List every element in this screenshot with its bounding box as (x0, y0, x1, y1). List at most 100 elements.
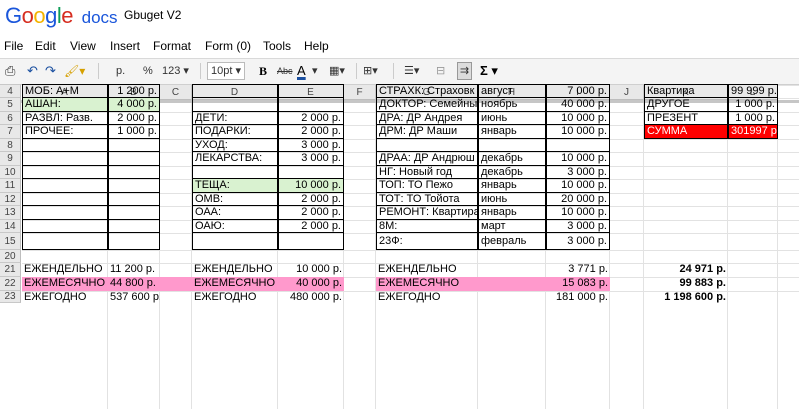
yearly-summary-value[interactable]: 15 083 р. (546, 277, 610, 291)
row-header-22[interactable]: 22 (0, 277, 21, 291)
bold-button[interactable]: B (259, 63, 267, 79)
monthly-item-name[interactable]: ТЕЩА: (192, 179, 278, 193)
menu-format[interactable]: Format (153, 39, 191, 53)
weekly-item-sum[interactable] (108, 220, 160, 233)
income-total-value[interactable]: 301997 р. (728, 125, 778, 139)
yearly-item-name[interactable]: НГ: Новый год (376, 166, 478, 179)
monthly-item-name[interactable]: ДЕТИ: (192, 112, 278, 125)
monthly-item-sum[interactable]: 2 000 р. (278, 193, 344, 206)
row-header-15[interactable]: 15 (0, 233, 21, 250)
monthly-item-name[interactable]: ОМВ: (192, 193, 278, 206)
monthly-item-sum[interactable]: 3 000 р. (278, 152, 344, 166)
sum-function-dropdown[interactable]: Σ ▾ (480, 63, 498, 79)
yearly-item-name[interactable]: СТРАХК: Страховк (376, 85, 478, 98)
weekly-item-sum[interactable]: 2 000 р. (108, 112, 160, 125)
fill-color-icon[interactable]: ▦▾ (329, 63, 345, 79)
row-header-4[interactable]: 4 (0, 85, 21, 98)
font-size-dropdown[interactable]: 10pt ▾ (207, 62, 245, 80)
weekly-item-sum[interactable] (108, 166, 160, 179)
row-header-23[interactable]: 23 (0, 291, 21, 303)
monthly-item-name[interactable] (192, 85, 278, 98)
yearly-summary-value[interactable]: 3 771 р. (546, 263, 610, 277)
yearly-item-month[interactable]: январь (478, 179, 546, 193)
yearly-item-name[interactable]: ДРА: ДР Андрея (376, 112, 478, 125)
income-item-sum[interactable]: 1 000 р. (728, 112, 778, 125)
yearly-item-month[interactable]: ноябрь (478, 98, 546, 112)
grand-total-value[interactable]: 24 971 р. (644, 263, 728, 277)
monthly-summary-label[interactable]: ЕЖЕМЕСЯЧНО (192, 277, 278, 291)
yearly-item-month[interactable] (478, 139, 546, 152)
yearly-item-month[interactable]: июнь (478, 193, 546, 206)
weekly-summary-label[interactable]: ЕЖЕНДЕЛЬНО (22, 263, 108, 277)
yearly-item-sum[interactable]: 3 000 р. (546, 220, 610, 233)
income-total-label[interactable]: СУММА (644, 125, 728, 139)
menu-help[interactable]: Help (304, 39, 329, 53)
yearly-summary-label[interactable]: ЕЖЕНДЕЛЬНО (376, 263, 546, 277)
weekly-item-sum[interactable] (108, 139, 160, 152)
strikethrough-button[interactable]: Abc (277, 63, 293, 79)
row-header-13[interactable]: 13 (0, 206, 21, 220)
row-header-7[interactable]: 7 (0, 125, 21, 139)
weekly-item-name[interactable] (22, 179, 108, 193)
column-header-F[interactable]: F (344, 85, 376, 100)
weekly-item-name[interactable]: РАЗВЛ: Разв. (22, 112, 108, 125)
row-header-14[interactable]: 14 (0, 220, 21, 233)
merge-cells-icon[interactable]: ⊟ (436, 63, 445, 79)
weekly-item-sum[interactable]: 1 000 р. (108, 125, 160, 139)
yearly-item-sum[interactable]: 10 000 р. (546, 152, 610, 166)
google-docs-logo[interactable]: Google docs (5, 3, 118, 29)
menu-view[interactable]: View (70, 39, 96, 53)
borders-icon[interactable]: ⊞▾ (363, 63, 378, 79)
monthly-item-sum[interactable]: 2 000 р. (278, 112, 344, 125)
yearly-item-name[interactable]: 23Ф: (376, 233, 478, 250)
yearly-item-sum[interactable]: 10 000 р. (546, 206, 610, 220)
weekly-summary-value[interactable]: 537 600 р. (108, 291, 160, 304)
monthly-item-sum[interactable] (278, 166, 344, 179)
monthly-item-name[interactable] (192, 98, 278, 112)
yearly-summary-label[interactable]: ЕЖЕМЕСЯЧНО (376, 277, 546, 291)
currency-format-button[interactable]: р. (116, 63, 125, 79)
yearly-item-month[interactable]: январь (478, 206, 546, 220)
weekly-summary-label[interactable]: ЕЖЕГОДНО (22, 291, 108, 304)
weekly-item-sum[interactable] (108, 193, 160, 206)
weekly-item-name[interactable] (22, 206, 108, 220)
document-title[interactable]: Gbuget V2 (124, 8, 181, 22)
monthly-summary-value[interactable]: 10 000 р. (278, 263, 344, 277)
row-header-5[interactable]: 5 (0, 98, 21, 112)
weekly-item-name[interactable]: АШАН: (22, 98, 108, 112)
number-format-dropdown[interactable]: 123 ▾ (162, 63, 189, 79)
weekly-summary-label[interactable]: ЕЖЕМЕСЯЧНО (22, 277, 108, 291)
column-header-J[interactable]: J (610, 85, 644, 100)
yearly-item-name[interactable]: ДРАА: ДР Андрюш (376, 152, 478, 166)
weekly-item-name[interactable] (22, 233, 108, 250)
monthly-summary-label[interactable]: ЕЖЕНДЕЛЬНО (192, 263, 278, 277)
menu-insert[interactable]: Insert (110, 39, 140, 53)
weekly-item-sum[interactable] (108, 179, 160, 193)
row-header-9[interactable]: 9 (0, 152, 21, 166)
wrap-text-icon[interactable]: ⇉ (457, 62, 473, 80)
weekly-item-name[interactable] (22, 152, 108, 166)
income-item-name[interactable]: Квартира (644, 85, 728, 98)
monthly-item-sum[interactable] (278, 98, 344, 112)
undo-icon[interactable]: ↶ (27, 63, 38, 79)
menu-form[interactable]: Form (0) (205, 39, 251, 53)
yearly-item-name[interactable]: 8М: (376, 220, 478, 233)
yearly-item-month[interactable]: август (478, 85, 546, 98)
percent-format-button[interactable]: % (143, 63, 153, 79)
menu-edit[interactable]: Edit (35, 39, 56, 53)
print-icon[interactable]: ⎙ (5, 63, 15, 79)
row-header-12[interactable]: 12 (0, 193, 21, 206)
monthly-item-name[interactable]: ОАЮ: (192, 220, 278, 233)
row-header-20[interactable]: 20 (0, 250, 21, 263)
yearly-summary-value[interactable]: 181 000 р. (546, 291, 610, 304)
grand-total-value[interactable]: 99 883 р. (644, 277, 728, 291)
row-header-11[interactable]: 11 (0, 179, 21, 193)
weekly-item-sum[interactable] (108, 206, 160, 220)
yearly-item-name[interactable]: РЕМОНТ: Квартира (376, 206, 478, 220)
weekly-summary-value[interactable]: 44 800 р. (108, 277, 160, 291)
spreadsheet-grid[interactable]: ABCDEFGHIJKL 123456789101112131415202122… (0, 84, 799, 413)
menu-file[interactable]: File (4, 39, 23, 53)
monthly-item-sum[interactable]: 2 000 р. (278, 206, 344, 220)
yearly-item-name[interactable]: ДРМ: ДР Маши (376, 125, 478, 139)
monthly-item-name[interactable]: ПОДАРКИ: (192, 125, 278, 139)
